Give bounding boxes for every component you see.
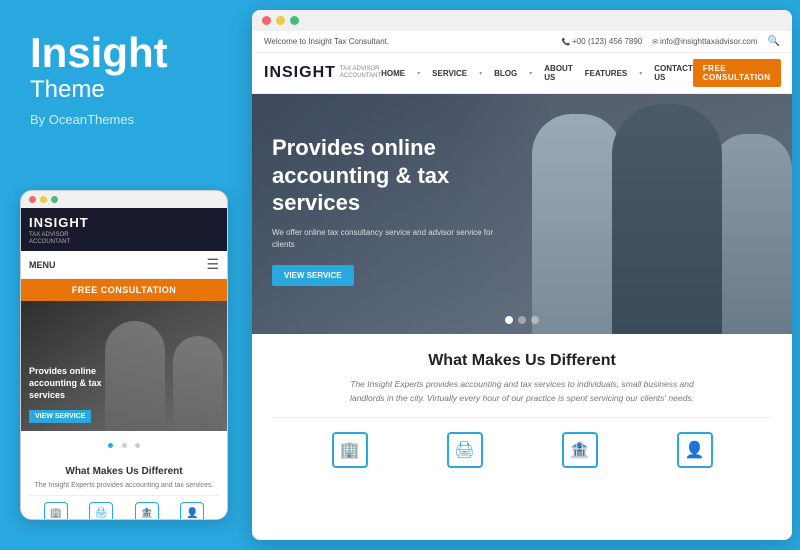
- site-icon-bank: 🏦: [562, 432, 598, 468]
- silhouette-2: [173, 336, 223, 431]
- hero-dot-1[interactable]: [505, 316, 513, 324]
- nav-service[interactable]: SERVICE: [432, 69, 467, 78]
- site-icons-row: 🏢 🖨 🏦 👤: [272, 417, 772, 472]
- hero-dot-2[interactable]: [518, 316, 526, 324]
- topbar-email: info@insighttaxadvisor.com: [652, 37, 757, 46]
- mobile-section-title: What Makes Us Different: [29, 465, 219, 478]
- mobile-cta-button[interactable]: FREE CONSULTATION: [21, 279, 227, 301]
- mobile-logo: INSIGHT TAX ADVISORACCOUNTANT: [29, 214, 89, 245]
- site-icon-building: 🏢: [332, 432, 368, 468]
- mobile-icon-3: 🏦: [135, 502, 159, 520]
- mobile-dot-yellow: [40, 196, 47, 203]
- mobile-menu-bar: MENU ☰: [21, 251, 227, 279]
- hero-view-service-button[interactable]: VIEW SERVICE: [272, 265, 354, 286]
- mobile-logo-sub: TAX ADVISORACCOUNTANT: [29, 232, 89, 245]
- mobile-icon-2: 🖨: [89, 502, 113, 520]
- site-topbar: Welcome to Insight Tax Consultant. +00 (…: [252, 31, 792, 53]
- site-logo: INSIGHT TAX ADVISORACCOUNTANT: [264, 64, 381, 82]
- hero-content: Provides online accounting & tax service…: [272, 134, 512, 286]
- mobile-icons-row: 🏢 🖨 🏦 👤: [29, 495, 219, 520]
- dt-dot-yellow: [276, 16, 285, 25]
- hero-desc: We offer online tax consultancy service …: [272, 227, 512, 251]
- features-caret: ▾: [639, 70, 642, 77]
- slider-dot-2[interactable]: [122, 443, 127, 448]
- mobile-dot-red: [29, 196, 36, 203]
- person-left: [532, 114, 622, 334]
- topbar-phone: +00 (123) 456 7890: [562, 37, 643, 46]
- topbar-welcome: Welcome to Insight Tax Consultant.: [264, 37, 389, 46]
- site-icon-print: 🖨: [447, 432, 483, 468]
- site-icon-person: 👤: [677, 432, 713, 468]
- site-navbar: INSIGHT TAX ADVISORACCOUNTANT HOME ▾ SER…: [252, 53, 792, 94]
- theme-subtitle: Theme: [30, 76, 218, 104]
- slider-dot-1[interactable]: [108, 443, 113, 448]
- mobile-section-desc: The Insight Experts provides accounting …: [29, 481, 219, 491]
- section-title: What Makes Us Different: [272, 352, 772, 370]
- mobile-hero-title: Provides online accounting & tax service…: [29, 366, 129, 401]
- desktop-mockup: Welcome to Insight Tax Consultant. +00 (…: [252, 10, 792, 540]
- dt-dot-red: [262, 16, 271, 25]
- hero-title: Provides online accounting & tax service…: [272, 134, 512, 217]
- mobile-hero-content: Provides online accounting & tax service…: [29, 366, 129, 401]
- hero-dot-3[interactable]: [531, 316, 539, 324]
- blog-caret: ▾: [529, 70, 532, 77]
- nav-contact[interactable]: CONTACT US: [654, 64, 693, 82]
- mobile-icon-1: 🏢: [44, 502, 68, 520]
- search-icon[interactable]: 🔍: [768, 36, 780, 47]
- mobile-hero: Provides online accounting & tax service…: [21, 301, 227, 431]
- dt-dot-green: [290, 16, 299, 25]
- nav-about[interactable]: ABOUT US: [544, 64, 572, 82]
- slider-dot-3[interactable]: [135, 443, 140, 448]
- mobile-dot-green: [51, 196, 58, 203]
- logo-subtitle: TAX ADVISORACCOUNTANT: [340, 66, 381, 80]
- hamburger-icon[interactable]: ☰: [206, 256, 219, 273]
- topbar-contact: +00 (123) 456 7890 info@insighttaxadviso…: [562, 36, 781, 47]
- site-cta-button[interactable]: FREE CONSULTATION: [693, 59, 781, 87]
- site-differentiator-section: What Makes Us Different The Insight Expe…: [252, 334, 792, 484]
- desktop-titlebar: [252, 10, 792, 31]
- nav-features[interactable]: FEATURES: [585, 69, 628, 78]
- mobile-header: INSIGHT TAX ADVISORACCOUNTANT: [21, 208, 227, 251]
- mobile-mockup: INSIGHT TAX ADVISORACCOUNTANT MENU ☰ FRE…: [20, 190, 228, 520]
- mobile-bottom-section: What Makes Us Different The Insight Expe…: [21, 457, 227, 520]
- nav-blog[interactable]: BLOG: [494, 69, 517, 78]
- people-group: [532, 104, 792, 334]
- theme-title: Insight: [30, 30, 218, 76]
- section-desc: The Insight Experts provides accounting …: [342, 378, 702, 405]
- hero-slider-dots: [505, 316, 539, 324]
- mobile-icon-4: 👤: [180, 502, 204, 520]
- site-hero: Provides online accounting & tax service…: [252, 94, 792, 334]
- site-nav-links: HOME ▾ SERVICE ▾ BLOG ▾ ABOUT US FEATURE…: [381, 64, 693, 82]
- home-caret: ▾: [417, 70, 420, 77]
- service-caret: ▾: [479, 70, 482, 77]
- mobile-slider-dots: [21, 431, 227, 457]
- mobile-titlebar: [21, 191, 227, 208]
- theme-by: By OceanThemes: [30, 112, 218, 127]
- person-center: [612, 104, 722, 334]
- nav-home[interactable]: HOME: [381, 69, 405, 78]
- person-right: [712, 134, 792, 334]
- mobile-view-service-button[interactable]: VIEW SERVICE: [29, 410, 91, 423]
